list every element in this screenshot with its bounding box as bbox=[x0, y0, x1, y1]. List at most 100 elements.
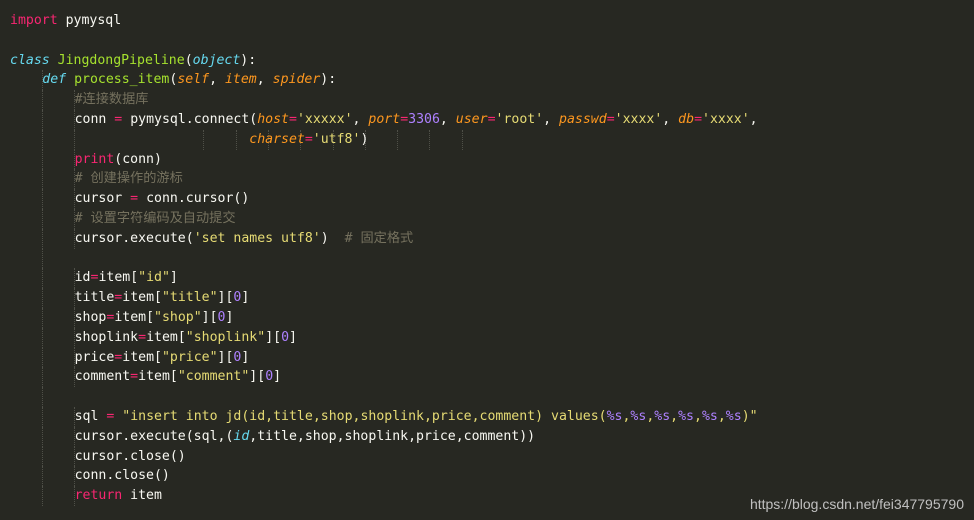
code-line-content: conn = pymysql.connect(host='xxxxx', por… bbox=[75, 110, 758, 130]
code-token: price bbox=[74, 349, 115, 365]
code-token: item[ bbox=[122, 349, 162, 365]
code-token: return bbox=[74, 488, 123, 504]
code-token: conn bbox=[74, 111, 115, 127]
code-token: JingdongPipeline bbox=[57, 52, 185, 68]
indent-guide bbox=[41, 486, 43, 506]
code-token: %s bbox=[630, 408, 647, 424]
code-token: host bbox=[257, 111, 289, 127]
indent-guide bbox=[41, 189, 43, 209]
indent-guide bbox=[41, 208, 43, 229]
code-line-content: import pymysql bbox=[10, 11, 121, 31]
indent-guide bbox=[41, 149, 43, 170]
code-token: ][ bbox=[217, 349, 234, 365]
code-token: item[ bbox=[146, 329, 186, 345]
code-line-content: conn.close() bbox=[75, 466, 170, 486]
code-token: "insert into jd(id,title,shop,shoplink,p… bbox=[122, 408, 607, 424]
code-line-content: class JingdongPipeline(object): bbox=[10, 51, 256, 71]
code-line-content: cursor = conn.cursor() bbox=[75, 189, 250, 209]
indent-guide bbox=[41, 169, 43, 190]
code-token: 0 bbox=[265, 369, 274, 385]
indent-guide bbox=[41, 268, 43, 289]
code-editor[interactable]: import pymysql class JingdongPipeline(obj… bbox=[0, 0, 974, 520]
code-token: ) bbox=[360, 131, 369, 147]
code-line-content: # 设置字符编码及自动提交 bbox=[75, 209, 236, 229]
indent-guide bbox=[41, 446, 43, 467]
code-token: # 创建操作的游标 bbox=[74, 171, 183, 187]
code-token: , bbox=[717, 408, 726, 424]
code-token: shop bbox=[74, 309, 107, 325]
code-line-content: def process_item(self, item, spider): bbox=[42, 70, 336, 90]
code-token: 'set names utf8' bbox=[193, 230, 321, 246]
code-token: comment bbox=[74, 369, 131, 385]
code-token: "title" bbox=[161, 290, 218, 306]
code-token: title bbox=[74, 290, 115, 306]
code-token: %s bbox=[701, 408, 718, 424]
indent-guide bbox=[41, 90, 43, 110]
code-token: # 设置字符编码及自动提交 bbox=[74, 210, 236, 226]
code-token: ][ bbox=[201, 309, 218, 325]
indent-guide bbox=[41, 307, 43, 328]
indent-guide bbox=[429, 129, 431, 150]
indent-guide bbox=[41, 228, 43, 249]
code-token: port bbox=[368, 111, 401, 127]
code-token: 'xxxx' bbox=[702, 111, 750, 127]
code-token: 'utf8' bbox=[312, 131, 361, 147]
code-token: "shop" bbox=[154, 309, 202, 325]
code-line-content: cursor.execute('set names utf8') # 固定格式 bbox=[75, 229, 414, 249]
code-token: ] bbox=[241, 349, 250, 365]
code-token: = bbox=[606, 111, 615, 127]
code-line-content: charset='utf8') bbox=[75, 130, 369, 150]
code-token: id bbox=[74, 270, 91, 286]
code-token: %s bbox=[654, 408, 671, 424]
code-token: )" bbox=[741, 408, 758, 424]
code-token: passwd bbox=[559, 111, 607, 127]
code-line-content: #连接数据库 bbox=[75, 90, 149, 110]
indent-guide bbox=[41, 109, 43, 130]
code-token: pymysql bbox=[57, 13, 122, 28]
code-line-content: return item bbox=[75, 486, 162, 506]
code-token: cursor bbox=[74, 191, 131, 207]
code-line-content: cursor.execute(sql,(id,title,shop,shopli… bbox=[75, 427, 536, 447]
code-token: = bbox=[289, 111, 297, 127]
code-token: conn.close() bbox=[74, 468, 170, 484]
code-token: ,title,shop,shoplink,price,comment)) bbox=[249, 428, 536, 444]
code-token: sql bbox=[74, 408, 107, 424]
code-token: 0 bbox=[281, 329, 290, 345]
code-token: spider bbox=[272, 72, 321, 88]
code-token: , bbox=[670, 408, 679, 424]
code-token: ): bbox=[320, 72, 337, 88]
code-token: , bbox=[662, 111, 679, 127]
code-token: import bbox=[10, 13, 58, 28]
code-token: , bbox=[352, 111, 369, 127]
code-token: process_item bbox=[74, 72, 170, 88]
code-token: = bbox=[138, 329, 147, 345]
indent-guide bbox=[41, 129, 43, 150]
code-token: = bbox=[400, 111, 409, 127]
code-token: conn.cursor() bbox=[138, 191, 250, 207]
code-token: cursor.execute( bbox=[74, 230, 194, 246]
indent-guide bbox=[41, 426, 43, 447]
code-line-content: shoplink=item["shoplink"][0] bbox=[75, 328, 297, 348]
code-token: , bbox=[694, 408, 702, 424]
code-token: ][ bbox=[249, 369, 266, 385]
code-token: item[ bbox=[114, 309, 155, 325]
code-token: ][ bbox=[265, 329, 282, 345]
code-token: 0 bbox=[217, 309, 226, 325]
indent-guide bbox=[41, 327, 43, 348]
code-token: 3306 bbox=[408, 111, 440, 127]
code-token: (conn) bbox=[114, 151, 162, 167]
indent-guide bbox=[41, 387, 43, 407]
code-token: = bbox=[130, 369, 139, 385]
indent-guide bbox=[397, 129, 399, 150]
code-token: ( bbox=[184, 52, 193, 68]
indent-guide bbox=[41, 367, 43, 388]
code-token: pymysql.connect( bbox=[122, 111, 258, 127]
code-token: item[ bbox=[122, 290, 162, 306]
code-token: db bbox=[678, 111, 695, 127]
code-token: , bbox=[209, 72, 225, 88]
code-token: ) bbox=[320, 230, 345, 246]
code-token: %s bbox=[678, 408, 694, 424]
code-token: , bbox=[439, 111, 456, 127]
